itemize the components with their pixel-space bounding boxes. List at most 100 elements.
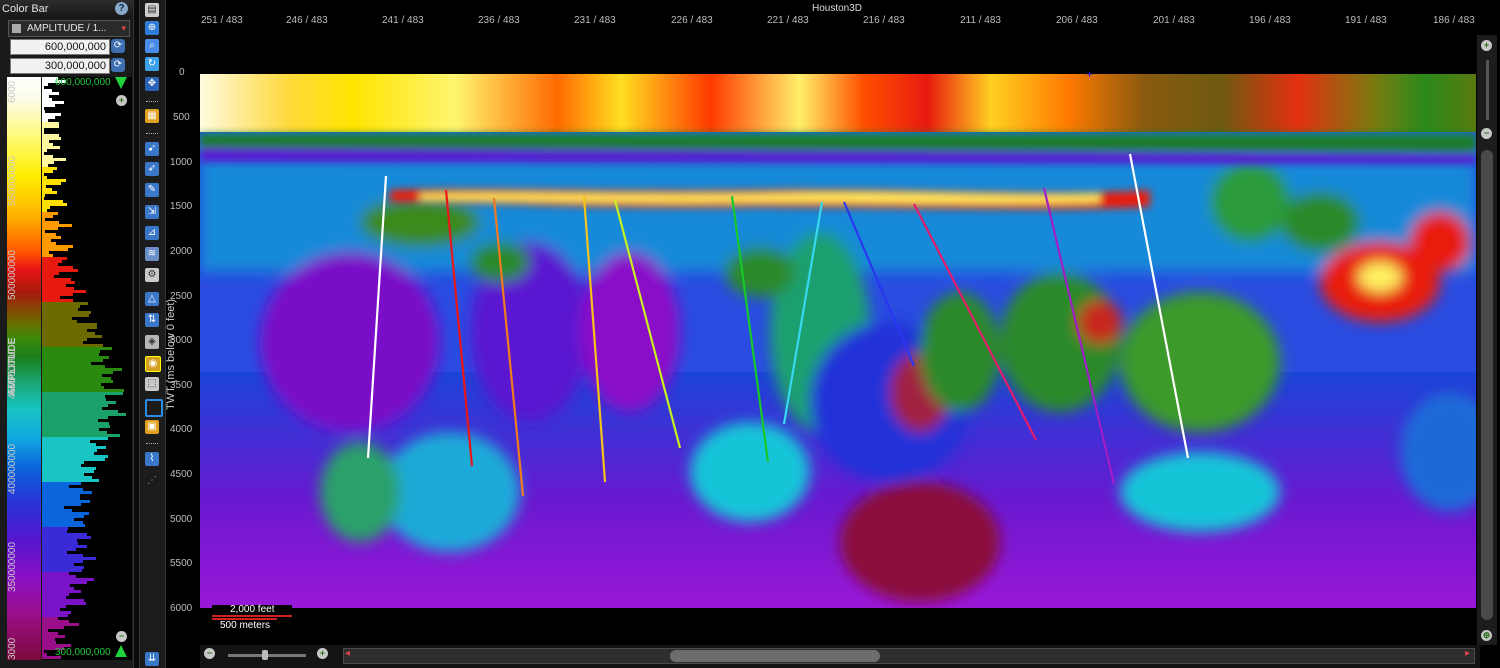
- seismic-section[interactable]: +: [200, 72, 1476, 608]
- x-tick: 221 / 483: [767, 15, 809, 26]
- shallow-band: [200, 72, 1476, 132]
- x-tick: 201 / 483: [1153, 15, 1195, 26]
- scale-meters-label: 500 meters: [220, 620, 271, 631]
- x-tick: 216 / 483: [863, 15, 905, 26]
- toolbar-separator: [146, 101, 158, 104]
- toolbar-separator: [146, 133, 158, 136]
- zoom-in-icon[interactable]: +: [317, 648, 328, 659]
- reset-view-icon[interactable]: ↻: [145, 57, 159, 71]
- toolbar-separator: [146, 443, 158, 446]
- pick-icon[interactable]: ➹: [145, 142, 159, 156]
- y-tick: 6000: [170, 603, 193, 614]
- zoom-slider-handle[interactable]: [262, 650, 268, 660]
- colorbar-axis-label: AMPLITUDE: [7, 337, 18, 396]
- zoom-out-icon[interactable]: −: [1481, 128, 1492, 139]
- arrow-tool-icon[interactable]: ⇅: [145, 313, 159, 327]
- scale-bar-feet: 2,000 feet: [212, 604, 292, 617]
- x-tick: 251 / 483: [201, 15, 243, 26]
- x-tick: 211 / 483: [960, 15, 1001, 26]
- colorbar-tick: 550000000: [7, 155, 18, 206]
- rectangle-icon[interactable]: [145, 399, 163, 417]
- amplitude-histogram: [42, 77, 132, 660]
- colorbar-tick: 500000000: [7, 249, 18, 300]
- fault-pick-icon[interactable]: ➶: [145, 162, 159, 176]
- colorbar-tick: 350000000: [7, 541, 18, 592]
- x-tick: 191 / 483: [1345, 15, 1387, 26]
- tool-palette: ▤ ⊕ ⌕ ↻ ✥ ▦ ➹ ➶ ✎ ⇲ ⊿ ≋ ⚙ △ ⇅ ◈ ◉ ⬚ ▣ ⌇ …: [139, 0, 166, 668]
- zoom-fit-icon[interactable]: ⊕: [145, 21, 159, 35]
- expand-icon[interactable]: ⇊: [145, 652, 159, 666]
- horizontal-scrollbar[interactable]: [343, 648, 1475, 664]
- chevron-down-icon: ▾: [121, 23, 126, 33]
- colorbar-tick: 6000: [7, 80, 18, 103]
- histogram-bar: [42, 125, 60, 128]
- paint-icon[interactable]: ◈: [145, 335, 159, 349]
- display-toggle-icon[interactable]: ◉: [145, 356, 161, 372]
- horizontal-scroll-thumb[interactable]: [670, 650, 880, 662]
- select-icon[interactable]: ⬚: [145, 377, 159, 391]
- scale-bar-meters: 500 meters: [212, 618, 277, 631]
- min-value-input[interactable]: 300,000,000: [10, 58, 110, 74]
- gear-icon[interactable]: ⚙: [145, 268, 159, 282]
- attribute-select[interactable]: AMPLITUDE / 1... ▾: [8, 20, 130, 37]
- scroll-left-icon[interactable]: ◂: [345, 648, 350, 659]
- x-tick: 231 / 483: [574, 15, 616, 26]
- x-tick: 186 / 483: [1433, 15, 1475, 26]
- refresh-max-icon[interactable]: ⟳: [111, 39, 125, 53]
- attribute-swatch-icon: [12, 24, 21, 33]
- pan-icon[interactable]: ✥: [145, 77, 159, 91]
- y-tick: 1000: [170, 157, 193, 168]
- color-bar-panel: Color Bar ? AMPLITUDE / 1... ▾ 600,000,0…: [0, 0, 134, 668]
- zoom-out-icon[interactable]: −: [116, 631, 127, 642]
- x-tick: 236 / 483: [478, 15, 520, 26]
- horizon-tool-icon[interactable]: ▦: [145, 109, 159, 123]
- x-tick: 196 / 483: [1249, 15, 1291, 26]
- view-title: Houston3D: [812, 3, 863, 14]
- max-marker-handle[interactable]: [115, 77, 127, 89]
- edit-icon[interactable]: ✎: [145, 183, 159, 197]
- y-tick: 2000: [170, 246, 193, 257]
- zoom-in-icon[interactable]: +: [1481, 40, 1492, 51]
- top-edge: [200, 72, 1476, 74]
- y-tick: 4500: [170, 469, 193, 480]
- polygon-icon[interactable]: △: [145, 292, 159, 306]
- measure-icon[interactable]: ⊿: [145, 226, 159, 240]
- x-tick: 246 / 483: [286, 15, 328, 26]
- max-value-input[interactable]: 600,000,000: [10, 39, 110, 55]
- y-tick: 5000: [170, 514, 193, 525]
- zoom-area-icon[interactable]: ⌕: [145, 39, 159, 53]
- brush-icon[interactable]: ⌇: [145, 452, 159, 466]
- y-tick: 4000: [170, 424, 193, 435]
- y-tick: 0: [179, 67, 185, 78]
- move-icon[interactable]: ⇲: [145, 205, 159, 219]
- max-marker-label: 600,000,000: [55, 77, 111, 88]
- help-icon[interactable]: ?: [115, 2, 128, 15]
- scale-feet-label: 2,000 feet: [230, 604, 275, 615]
- colorbar-tick: 3000: [7, 637, 18, 660]
- y-axis-label: TWT (ms below 0 feet): [165, 298, 177, 410]
- min-marker-label: 300,000,000: [55, 647, 111, 658]
- refresh-min-icon[interactable]: ⟳: [111, 58, 125, 72]
- scroll-right-icon[interactable]: ▸: [1465, 648, 1470, 659]
- y-tick: 500: [173, 112, 190, 123]
- attribute-select-value: AMPLITUDE / 1...: [27, 23, 107, 34]
- x-tick: 206 / 483: [1056, 15, 1098, 26]
- zoom-in-icon[interactable]: +: [116, 95, 127, 106]
- vertical-scroll-thumb[interactable]: [1481, 150, 1493, 620]
- layers-icon[interactable]: ≋: [145, 247, 159, 261]
- x-tick: 226 / 483: [671, 15, 713, 26]
- y-tick: 1500: [170, 201, 193, 212]
- x-tick: 241 / 483: [382, 15, 424, 26]
- snapshot-icon[interactable]: ▣: [145, 420, 159, 434]
- y-tick: 5500: [170, 558, 193, 569]
- vertical-zoom-slider[interactable]: [1486, 60, 1489, 120]
- zoom-out-icon[interactable]: −: [204, 648, 215, 659]
- dotted-line-icon[interactable]: ⋰: [145, 474, 159, 488]
- copy-icon[interactable]: ▤: [145, 3, 159, 17]
- min-marker-handle[interactable]: [115, 645, 127, 657]
- color-bar-title: Color Bar: [2, 3, 49, 15]
- crosshair-marker: +: [1086, 72, 1093, 81]
- colorbar-tick: 400000000: [7, 443, 18, 494]
- zoom-fit-icon[interactable]: ⊕: [1481, 630, 1492, 641]
- color-bar-header: Color Bar ?: [0, 0, 133, 18]
